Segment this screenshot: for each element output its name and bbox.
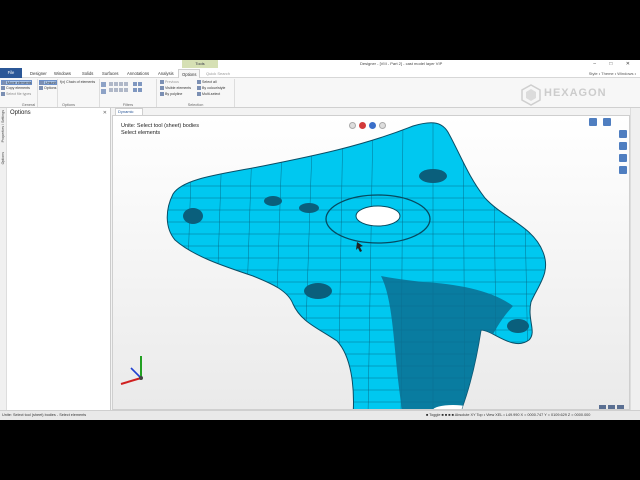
tab-designer[interactable]: Designer — [27, 69, 50, 78]
multi-select-label: Multi-select — [202, 92, 221, 96]
select-all-button[interactable]: Select all — [197, 80, 217, 85]
hexagon-logo-text: HEXAGON — [544, 87, 607, 99]
view-tabs: Dynamic — [112, 108, 630, 115]
window-title: Designer - [VIII - Part 2] - cast model … — [360, 61, 443, 66]
rotate-icon[interactable] — [619, 166, 627, 174]
group-label-options: Options — [61, 103, 76, 107]
visible-elements-button[interactable]: Visible elements — [160, 86, 191, 91]
tab-options[interactable]: Options — [178, 69, 201, 78]
previous-label: Previous — [165, 80, 179, 84]
title-bar: Tools Designer - [VIII - Part 2] - cast … — [0, 60, 640, 68]
tab-surfaces[interactable]: Surfaces — [99, 69, 122, 78]
by-polyline-button[interactable]: By polyline — [160, 92, 182, 97]
context-tab-tools[interactable]: Tools — [182, 60, 218, 68]
options-button[interactable]: Options — [39, 86, 56, 91]
tab-solids[interactable]: Solids — [79, 69, 96, 78]
ribbon-tabs: File Designer Windows Solids Surfaces An… — [0, 68, 640, 78]
tab-windows[interactable]: Windows — [51, 69, 74, 78]
zoom-fit-icon[interactable] — [619, 130, 627, 138]
hexagon-logo-icon — [521, 84, 541, 106]
visible-elements-icon — [160, 86, 164, 91]
polyline-icon — [160, 92, 164, 97]
chain-of-elements-button[interactable]: f(x) Chain of elements — [60, 80, 95, 85]
vertical-tab-properties[interactable]: Properties / Settings — [1, 110, 5, 142]
file-types-icon — [1, 92, 5, 97]
previous-selection-button[interactable]: Previous — [160, 80, 179, 85]
status-message: Unite: Select tool (sheet) bodies - Sele… — [2, 413, 87, 417]
application-window: Tools Designer - [VIII - Part 2] - cast … — [0, 60, 640, 420]
move-elements-label: Move elements — [7, 81, 32, 85]
tab-analysis[interactable]: Analysis — [155, 69, 177, 78]
group-label-selection: Selection — [187, 103, 204, 107]
visible-elements-label: Visible elements — [165, 86, 192, 90]
panel-vertical-tabs: Properties / Settings Options — [0, 108, 7, 410]
multi-select-icon — [197, 92, 201, 97]
right-side-strip — [630, 108, 640, 410]
window-controls[interactable]: – □ ✕ — [593, 60, 636, 68]
view-toolbar-bottom — [599, 399, 626, 409]
move-icon — [2, 81, 6, 86]
ribbon-group-filters: Filters — [100, 79, 157, 107]
view-toolbar-right — [589, 118, 629, 178]
by-polyline-label: By polyline — [165, 92, 183, 96]
layers-icon[interactable] — [603, 118, 611, 126]
command-prompt-line1: Unite: Select tool (sheet) bodies — [121, 123, 199, 129]
left-panel: Properties / Settings Options Options ✕ — [0, 108, 111, 410]
select-file-types-label: Select file types — [6, 92, 32, 96]
axis-triad-icon — [120, 356, 143, 385]
copy-elements-button[interactable]: Copy elements — [1, 86, 30, 91]
copy-elements-label: Copy elements — [6, 86, 30, 90]
pan-icon[interactable] — [619, 154, 627, 162]
multi-select-button[interactable]: Multi-select — [197, 92, 220, 97]
select-all-label: Select all — [202, 80, 217, 84]
tab-file[interactable]: File — [0, 68, 22, 78]
previous-icon — [160, 80, 164, 85]
cast-part-model[interactable] — [113, 116, 630, 410]
hexagon-logo: HEXAGON — [520, 82, 640, 108]
options-label: Options — [44, 86, 57, 90]
status-coordinates: ■ Toggle ■ ■ ■ ■ Absolute XY Top • View … — [426, 413, 591, 417]
by-colour-style-label: By colour/style — [202, 86, 226, 90]
colour-style-icon — [197, 86, 201, 91]
select-file-types-button[interactable]: Select file types — [1, 92, 31, 97]
uniunit-button[interactable]: Uniunit — [39, 80, 58, 86]
zoom-window-icon[interactable] — [619, 142, 627, 150]
select-all-icon — [197, 80, 201, 85]
command-prompt-line2: Select elements — [121, 130, 161, 136]
group-label-filters: Filters — [122, 103, 134, 107]
3d-viewport[interactable]: Unite: Select tool (sheet) bodies Select… — [112, 115, 630, 410]
command-controls — [349, 117, 397, 130]
by-colour-style-button[interactable]: By colour/style — [197, 86, 225, 91]
tab-annotations[interactable]: Annotations — [124, 69, 152, 78]
copy-icon — [1, 86, 5, 91]
options-icon — [39, 86, 43, 91]
vertical-tab-options[interactable]: Options — [1, 152, 5, 164]
uniunit-label: Uniunit — [45, 81, 57, 85]
chain-of-elements-label: f(x) Chain of elements — [60, 80, 96, 84]
style-theme-menu[interactable]: Style • Theme • Windows • — [589, 69, 636, 78]
view-tab-dynamic[interactable]: Dynamic — [115, 108, 143, 115]
filter-icons[interactable] — [100, 81, 156, 101]
move-elements-button[interactable]: Move elements — [1, 80, 33, 86]
panel-close-icon[interactable]: ✕ — [103, 110, 107, 116]
status-bar: Unite: Select tool (sheet) bodies - Sele… — [0, 410, 640, 420]
uniunit-icon — [40, 81, 44, 86]
panel-title: Options — [10, 110, 31, 116]
view-cube-icon[interactable] — [589, 118, 597, 126]
ribbon-group-selection: Previous Visible elements By polyline Se… — [157, 79, 235, 107]
quick-search-input[interactable]: Quick Search — [206, 69, 230, 78]
ribbon-group-options: Uniunit Options f(x) Chain of elements O… — [37, 79, 100, 107]
